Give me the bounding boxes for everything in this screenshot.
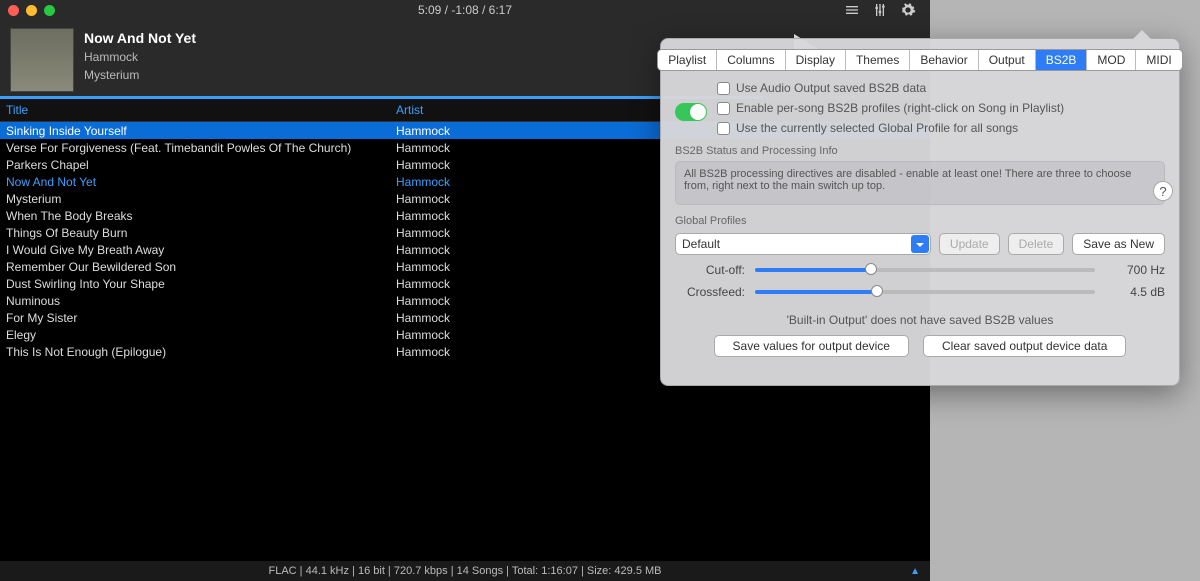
chevron-down-icon: [911, 235, 929, 253]
tab-midi[interactable]: MIDI: [1136, 50, 1181, 70]
tab-themes[interactable]: Themes: [846, 50, 910, 70]
row-title: This Is Not Enough (Epilogue): [6, 345, 396, 359]
cutoff-value: 700 Hz: [1105, 263, 1165, 277]
tab-output[interactable]: Output: [979, 50, 1036, 70]
tab-mod[interactable]: MOD: [1087, 50, 1136, 70]
cutoff-label: Cut-off:: [675, 263, 745, 277]
status-info-box: All BS2B processing directives are disab…: [675, 161, 1165, 205]
save-for-device-button[interactable]: Save values for output device: [714, 335, 909, 357]
row-title: Mysterium: [6, 192, 396, 206]
close-icon[interactable]: [8, 5, 19, 16]
bs2b-master-toggle[interactable]: [675, 103, 707, 121]
checkbox-icon[interactable]: [717, 102, 730, 115]
check-label: Enable per-song BS2B profiles (right-cli…: [736, 101, 1064, 115]
minimize-icon[interactable]: [26, 5, 37, 16]
row-title: Verse For Forgiveness (Feat. Timebandit …: [6, 141, 396, 155]
row-title: Sinking Inside Yourself: [6, 124, 396, 138]
cutoff-slider-row: Cut-off: 700 Hz: [675, 263, 1165, 277]
status-bar: FLAC | 44.1 kHz | 16 bit | 720.7 kbps | …: [0, 561, 930, 581]
popover-arrow-icon: [1133, 30, 1151, 39]
help-button[interactable]: ?: [1153, 181, 1173, 201]
row-title: Dust Swirling Into Your Shape: [6, 277, 396, 291]
toolbar-icons: [844, 2, 916, 18]
titlebar: 5:09 / -1:08 / 6:17: [0, 0, 930, 20]
row-title: I Would Give My Breath Away: [6, 243, 396, 257]
row-title: Numinous: [6, 294, 396, 308]
profile-selected-value: Default: [682, 237, 720, 251]
row-title: When The Body Breaks: [6, 209, 396, 223]
tab-columns[interactable]: Columns: [717, 50, 785, 70]
equalizer-icon[interactable]: [872, 2, 888, 18]
row-title: Things Of Beauty Burn: [6, 226, 396, 240]
row-title: Remember Our Bewildered Son: [6, 260, 396, 274]
check-per-song-profiles[interactable]: Enable per-song BS2B profiles (right-cli…: [717, 101, 1165, 115]
row-title: Parkers Chapel: [6, 158, 396, 172]
time-display: 5:09 / -1:08 / 6:17: [418, 3, 512, 17]
gear-icon[interactable]: [900, 2, 916, 18]
row-title: For My Sister: [6, 311, 396, 325]
row-title: Elegy: [6, 328, 396, 342]
save-as-new-button[interactable]: Save as New: [1072, 233, 1165, 255]
song-title: Now And Not Yet: [84, 30, 196, 46]
check-use-output-saved[interactable]: Use Audio Output saved BS2B data: [717, 81, 1165, 95]
check-use-global-profile[interactable]: Use the currently selected Global Profil…: [717, 121, 1165, 135]
status-section-label: BS2B Status and Processing Info: [675, 145, 1165, 157]
window-controls: [8, 5, 55, 16]
tab-bs2b[interactable]: BS2B: [1036, 50, 1088, 70]
progress-fill: [0, 96, 763, 99]
update-button[interactable]: Update: [939, 233, 1000, 255]
prefs-tabs: PlaylistColumnsDisplayThemesBehaviorOutp…: [657, 49, 1183, 71]
crossfeed-value: 4.5 dB: [1105, 285, 1165, 299]
check-label: Use Audio Output saved BS2B data: [736, 81, 926, 95]
tab-behavior[interactable]: Behavior: [910, 50, 978, 70]
song-album: Mysterium: [84, 68, 196, 82]
output-note: 'Built-in Output' does not have saved BS…: [675, 313, 1165, 327]
zoom-icon[interactable]: [44, 5, 55, 16]
list-icon[interactable]: [844, 2, 860, 18]
profile-select[interactable]: Default: [675, 233, 931, 255]
album-art[interactable]: [10, 28, 74, 92]
delete-button[interactable]: Delete: [1008, 233, 1065, 255]
crossfeed-label: Crossfeed:: [675, 285, 745, 299]
song-artist: Hammock: [84, 50, 196, 64]
crossfeed-slider-row: Crossfeed: 4.5 dB: [675, 285, 1165, 299]
status-text: FLAC | 44.1 kHz | 16 bit | 720.7 kbps | …: [269, 565, 662, 577]
crossfeed-slider[interactable]: [755, 290, 1095, 294]
checkbox-icon[interactable]: [717, 82, 730, 95]
cutoff-slider[interactable]: [755, 268, 1095, 272]
tab-display[interactable]: Display: [786, 50, 846, 70]
chevron-up-icon[interactable]: ▲: [910, 566, 920, 577]
check-label: Use the currently selected Global Profil…: [736, 121, 1018, 135]
preferences-popover: PlaylistColumnsDisplayThemesBehaviorOutp…: [660, 38, 1180, 386]
tab-playlist[interactable]: Playlist: [658, 50, 717, 70]
clear-device-data-button[interactable]: Clear saved output device data: [923, 335, 1126, 357]
checkbox-icon[interactable]: [717, 122, 730, 135]
header-title[interactable]: Title: [6, 103, 396, 117]
row-title: Now And Not Yet: [6, 175, 396, 189]
profiles-section-label: Global Profiles: [675, 215, 1165, 227]
